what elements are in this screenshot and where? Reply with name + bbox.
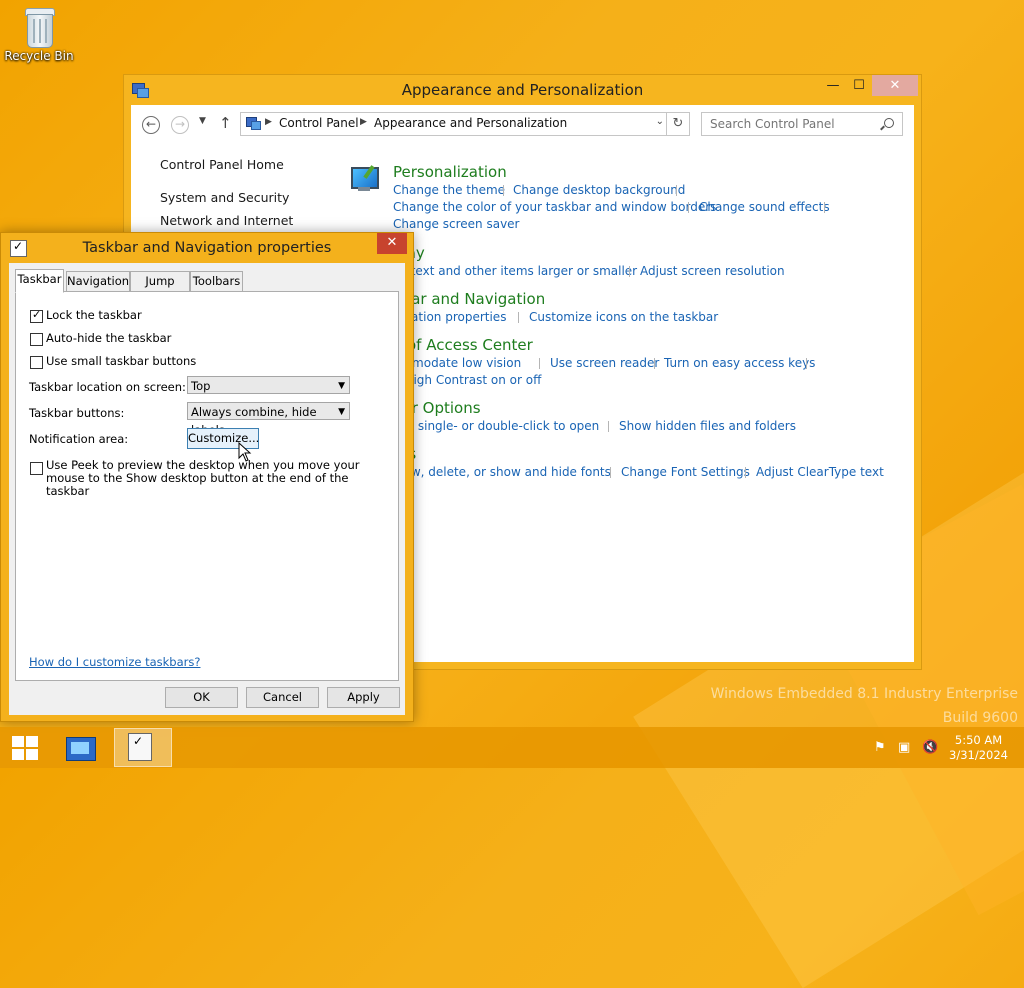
dialog-close-button[interactable]: ✕ bbox=[377, 233, 407, 254]
sidebar-item-home[interactable]: Control Panel Home bbox=[160, 157, 284, 172]
refresh-icon[interactable]: ↻ bbox=[666, 112, 690, 136]
link-hidden-files[interactable]: Show hidden files and folders bbox=[619, 419, 796, 433]
link-desktop-background[interactable]: Change desktop background bbox=[513, 183, 685, 197]
small-buttons-checkbox[interactable] bbox=[30, 356, 43, 369]
peek-label[interactable]: Use Peek to preview the desktop when you… bbox=[46, 459, 386, 498]
link-font-settings[interactable]: Change Font Settings bbox=[621, 465, 750, 479]
dialog-title[interactable]: Taskbar and Navigation properties bbox=[1, 240, 413, 256]
link-single-double-click[interactable]: cify single- or double-click to open bbox=[393, 419, 599, 433]
breadcrumb-control-panel[interactable]: Control Panel bbox=[279, 116, 359, 130]
link-separator bbox=[688, 202, 689, 213]
action-center-flag-icon[interactable]: ⚑ bbox=[874, 740, 886, 755]
breadcrumb-separator-icon[interactable]: ▶ bbox=[360, 117, 367, 127]
link-sound-effects[interactable]: Change sound effects bbox=[699, 200, 830, 214]
link-separator bbox=[629, 266, 630, 277]
link-manage-fonts[interactable]: view, delete, or show and hide fonts bbox=[393, 465, 611, 479]
sidebar-item-network[interactable]: Network and Internet bbox=[160, 213, 293, 228]
link-high-contrast[interactable]: n High Contrast on or off bbox=[393, 373, 541, 387]
auto-hide-checkbox[interactable] bbox=[30, 333, 43, 346]
network-disconnected-icon[interactable]: ▣ bbox=[898, 740, 910, 755]
os-watermark-edition: Windows Embedded 8.1 Industry Enterprise bbox=[710, 686, 1018, 702]
chevron-down-icon: ▼ bbox=[338, 381, 345, 391]
auto-hide-label[interactable]: Auto-hide the taskbar bbox=[46, 331, 171, 345]
link-screen-reader[interactable]: Use screen reader bbox=[550, 356, 659, 370]
recycle-bin-shortcut[interactable]: Recycle Bin bbox=[4, 6, 74, 63]
taskbar-location-select[interactable]: Top ▼ bbox=[187, 376, 350, 394]
taskbar-properties-taskbar-icon bbox=[128, 733, 152, 761]
link-screen-resolution[interactable]: Adjust screen resolution bbox=[640, 264, 785, 278]
taskbar-location-value: Top bbox=[191, 379, 211, 393]
personalization-icon[interactable] bbox=[349, 165, 379, 195]
link-separator bbox=[824, 202, 825, 213]
link-taskbar-color[interactable]: Change the color of your taskbar and win… bbox=[393, 200, 716, 214]
tab-navigation[interactable]: Navigation bbox=[66, 271, 130, 292]
search-box[interactable] bbox=[701, 112, 903, 136]
notification-area-label: Notification area: bbox=[29, 432, 129, 446]
link-separator bbox=[539, 358, 540, 369]
tab-toolbars[interactable]: Toolbars bbox=[190, 271, 243, 292]
dialog-content: Taskbar Navigation Jump Lists Toolbars L… bbox=[9, 263, 405, 715]
breadcrumb-separator-icon[interactable]: ▶ bbox=[265, 117, 272, 127]
taskbar: ⚑ ▣ 🔇 5:50 AM 3/31/2024 bbox=[0, 727, 1024, 768]
link-separator bbox=[503, 185, 504, 196]
peek-checkbox[interactable] bbox=[30, 462, 43, 475]
cancel-button[interactable]: Cancel bbox=[246, 687, 319, 708]
os-watermark-build: Build 9600 bbox=[942, 710, 1018, 726]
tab-jump-lists[interactable]: Jump Lists bbox=[130, 271, 190, 306]
close-button[interactable]: ✕ bbox=[872, 75, 918, 96]
small-buttons-label[interactable]: Use small taskbar buttons bbox=[46, 354, 196, 368]
link-separator bbox=[518, 312, 519, 323]
mouse-cursor-icon bbox=[238, 442, 252, 462]
link-separator bbox=[745, 467, 746, 478]
control-panel-icon bbox=[246, 117, 261, 130]
recycle-bin-label: Recycle Bin bbox=[4, 49, 74, 63]
sidebar-item-system-security[interactable]: System and Security bbox=[160, 190, 289, 205]
breadcrumb-appearance[interactable]: Appearance and Personalization bbox=[374, 116, 567, 130]
link-separator bbox=[654, 358, 655, 369]
link-easy-access-keys[interactable]: Turn on easy access keys bbox=[664, 356, 815, 370]
tab-taskbar[interactable]: Taskbar bbox=[15, 269, 64, 293]
address-bar[interactable]: ▶ Control Panel ▶ Appearance and Persona… bbox=[240, 112, 667, 136]
link-screen-saver[interactable]: Change screen saver bbox=[393, 217, 520, 231]
forward-arrow-icon[interactable]: → bbox=[171, 116, 189, 134]
windows-start-icon[interactable] bbox=[12, 736, 38, 760]
customize-taskbars-help-link[interactable]: How do I customize taskbars? bbox=[29, 655, 200, 669]
taskbar-location-label: Taskbar location on screen: bbox=[29, 380, 186, 394]
clock[interactable]: 5:50 AM 3/31/2024 bbox=[949, 733, 1008, 763]
search-input[interactable] bbox=[708, 116, 872, 132]
link-cleartype[interactable]: Adjust ClearType text bbox=[756, 465, 884, 479]
chevron-down-icon[interactable]: ⌄ bbox=[656, 116, 664, 127]
link-separator bbox=[610, 467, 611, 478]
link-customize-taskbar-icons[interactable]: Customize icons on the taskbar bbox=[529, 310, 718, 324]
taskbar-tab-panel: Lock the taskbar Auto-hide the taskbar U… bbox=[15, 291, 399, 681]
control-panel-titlebar[interactable]: Appearance and Personalization — ☐ ✕ bbox=[124, 75, 921, 105]
link-text-size[interactable]: ke text and other items larger or smalle… bbox=[393, 264, 637, 278]
minimize-button[interactable]: — bbox=[820, 75, 846, 96]
recycle-bin-icon bbox=[22, 6, 56, 48]
category-personalization[interactable]: Personalization bbox=[393, 163, 507, 181]
link-separator bbox=[676, 185, 677, 196]
link-separator bbox=[806, 358, 807, 369]
maximize-button[interactable]: ☐ bbox=[846, 75, 872, 96]
speaker-muted-icon[interactable]: 🔇 bbox=[922, 740, 938, 755]
control-panel-taskbar-icon bbox=[66, 737, 96, 761]
taskbar-buttons-label: Taskbar buttons: bbox=[29, 406, 125, 420]
clock-date: 3/31/2024 bbox=[949, 748, 1008, 762]
category-taskbar-navigation[interactable]: kbar and Navigation bbox=[393, 290, 545, 308]
window-title: Appearance and Personalization bbox=[401, 81, 644, 99]
recent-locations-chevron-icon[interactable]: ▼ bbox=[199, 116, 206, 126]
apply-button[interactable]: Apply bbox=[327, 687, 400, 708]
clock-time: 5:50 AM bbox=[954, 733, 1003, 747]
taskbar-properties-dialog: Taskbar and Navigation properties ✕ Task… bbox=[0, 232, 414, 722]
search-icon[interactable] bbox=[884, 118, 894, 128]
ok-button[interactable]: OK bbox=[165, 687, 238, 708]
lock-taskbar-checkbox[interactable] bbox=[30, 308, 43, 323]
up-arrow-icon[interactable]: ↑ bbox=[219, 114, 232, 132]
link-change-theme[interactable]: Change the theme bbox=[393, 183, 505, 197]
link-separator bbox=[608, 421, 609, 432]
chevron-down-icon: ▼ bbox=[338, 407, 345, 417]
taskbar-buttons-select[interactable]: Always combine, hide labels ▼ bbox=[187, 402, 350, 437]
back-arrow-icon[interactable]: ← bbox=[142, 116, 160, 134]
lock-taskbar-label[interactable]: Lock the taskbar bbox=[46, 308, 142, 322]
